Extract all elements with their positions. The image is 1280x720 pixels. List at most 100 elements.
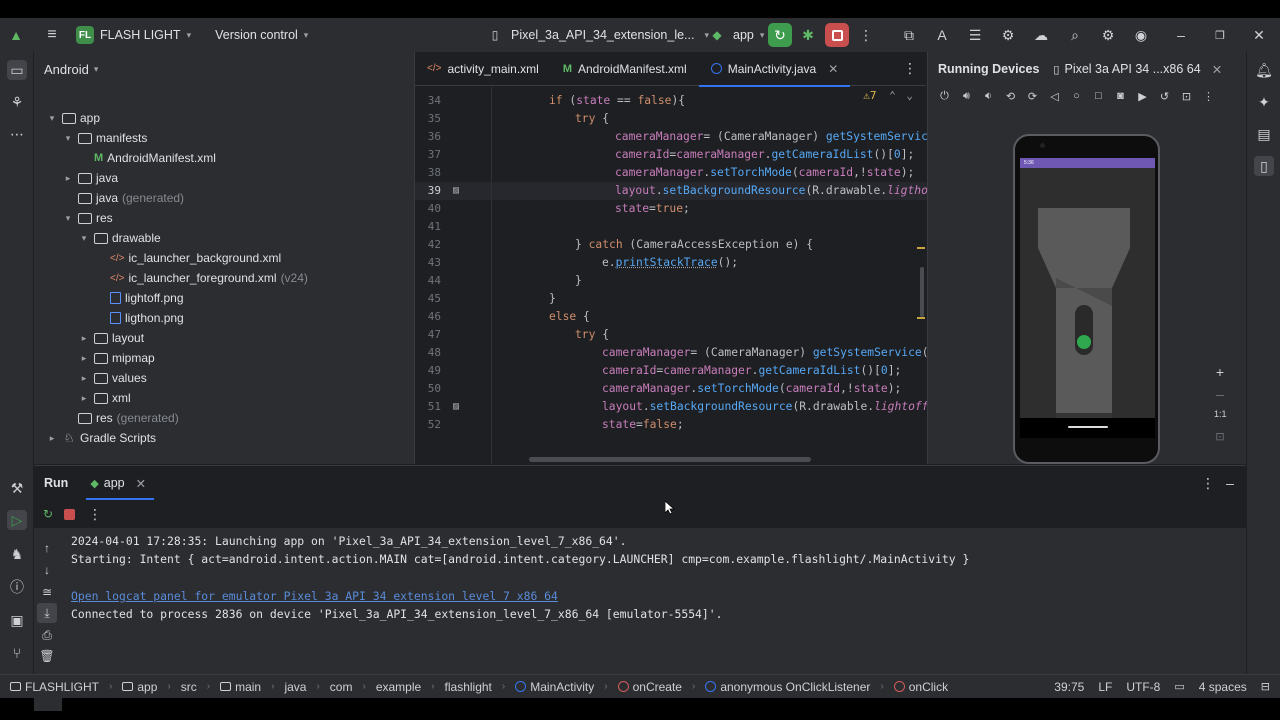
- soft-wrap-icon[interactable]: ≅: [37, 582, 57, 602]
- terminal-icon[interactable]: ▣: [7, 610, 27, 630]
- minimize-panel-icon[interactable]: –: [1220, 473, 1240, 493]
- tree-item-xml[interactable]: ▸ xml: [78, 388, 131, 408]
- breadcrumb-item[interactable]: anonymous OnClickListener: [720, 680, 870, 694]
- rerun-button[interactable]: ↻: [768, 23, 792, 47]
- emulator-screen[interactable]: 5:36: [1020, 158, 1155, 438]
- print-icon[interactable]: ⎙: [37, 625, 57, 645]
- fit-screen-icon[interactable]: ⊡: [1210, 426, 1230, 446]
- device-file-explorer-icon[interactable]: ▤: [1254, 124, 1274, 144]
- tree-item-androidmanifest[interactable]: M AndroidManifest.xml: [94, 148, 216, 168]
- scroll-to-end-icon[interactable]: ⤓: [37, 603, 57, 623]
- tab-activity-main-xml[interactable]: </> activity_main.xml: [415, 52, 551, 86]
- flashlight-knob[interactable]: [1077, 335, 1091, 349]
- tree-item-ligthon[interactable]: ligthon.png: [110, 308, 184, 328]
- logcat-link[interactable]: Open logcat panel for emulator Pixel 3a …: [71, 589, 558, 603]
- breadcrumb-item[interactable]: example: [376, 680, 421, 694]
- running-devices-icon[interactable]: ▯: [1254, 156, 1274, 176]
- more-tools-icon[interactable]: ⋯: [7, 124, 27, 144]
- indent-setting[interactable]: 4 spaces: [1199, 680, 1247, 694]
- main-menu-icon[interactable]: ≡: [42, 25, 62, 45]
- breadcrumb-item[interactable]: main: [235, 680, 261, 694]
- caret-position[interactable]: 39:75: [1054, 680, 1084, 694]
- breadcrumb-item[interactable]: java: [284, 680, 306, 694]
- notifications-icon[interactable]: 🔔︎: [1254, 60, 1274, 80]
- image-gutter-icon[interactable]: ▨: [453, 182, 459, 200]
- tree-item-values[interactable]: ▸ values: [78, 368, 147, 388]
- breadcrumb-item[interactable]: com: [330, 680, 353, 694]
- gemini-icon[interactable]: ✦: [1254, 92, 1274, 112]
- more-actions-icon[interactable]: ⋮: [856, 25, 876, 45]
- lock-icon[interactable]: ⊟: [1261, 680, 1270, 693]
- console-output[interactable]: 2024-04-01 17:28:35: Launching app on 'P…: [62, 528, 1246, 683]
- stop-button[interactable]: [825, 23, 849, 47]
- close-tab-icon[interactable]: ✕: [136, 476, 146, 491]
- tab-options-icon[interactable]: ⋮: [900, 59, 920, 79]
- rotate-left-icon[interactable]: ⟲: [1002, 90, 1019, 103]
- close-icon[interactable]: ✕: [1249, 25, 1269, 45]
- device-selector[interactable]: ▯ Pixel_3a_API_34_extension_le... ▾: [485, 25, 709, 45]
- stop-icon[interactable]: [64, 508, 75, 520]
- rerun-icon[interactable]: ↻: [38, 504, 58, 524]
- tab-android-manifest[interactable]: M AndroidManifest.xml: [551, 52, 699, 86]
- more-icon[interactable]: ⋮: [85, 504, 105, 524]
- code-area[interactable]: ⚠7 ⌃ ⌄ 34 if (state == false){ 35 try { 36…: [415, 87, 927, 464]
- minimize-icon[interactable]: –: [1171, 25, 1191, 45]
- tree-item-res-generated[interactable]: res (generated): [78, 408, 179, 428]
- tree-item-gradle-scripts[interactable]: ▸ ♘ Gradle Scripts: [46, 428, 156, 448]
- restore-icon[interactable]: ❐: [1210, 25, 1230, 45]
- device-manager-icon[interactable]: ⧉: [899, 25, 919, 45]
- tree-item-layout[interactable]: ▸ layout: [78, 328, 144, 348]
- tab-main-activity[interactable]: MainActivity.java ✕: [698, 52, 851, 87]
- app-inspection-icon[interactable]: ⚙: [998, 25, 1018, 45]
- tab-device[interactable]: ▯ Pixel 3a API 34 ...x86 64 ✕: [1053, 62, 1222, 77]
- vertical-scrollbar[interactable]: [920, 267, 924, 317]
- arrow-down-icon[interactable]: ↓: [37, 560, 57, 580]
- screenshot-icon[interactable]: ◙: [1112, 90, 1129, 103]
- close-tab-icon[interactable]: ✕: [828, 62, 838, 76]
- volume-up-icon[interactable]: 🔊︎: [958, 90, 975, 103]
- zoom-out-icon[interactable]: –: [1210, 384, 1230, 404]
- build-icon[interactable]: ⚒: [7, 478, 27, 498]
- project-view-selector[interactable]: Android ▾: [34, 52, 414, 86]
- sync-icon[interactable]: ☁: [1031, 25, 1051, 45]
- search-icon[interactable]: ⌕: [1065, 25, 1085, 45]
- more-icon[interactable]: ⋮: [1200, 90, 1217, 103]
- tree-item-java-generated[interactable]: java (generated): [78, 188, 184, 208]
- tree-item-java[interactable]: ▸ java: [62, 168, 118, 188]
- overview-icon[interactable]: □: [1090, 90, 1107, 103]
- image-gutter-icon[interactable]: ▨: [453, 398, 459, 416]
- comment-icon[interactable]: ▭: [1174, 680, 1184, 693]
- volume-down-icon[interactable]: 🔉︎: [980, 90, 997, 103]
- tab-run-app[interactable]: ◆ app ✕: [86, 466, 155, 500]
- breadcrumb-item[interactable]: app: [137, 680, 157, 694]
- home-gesture-bar[interactable]: [1068, 426, 1108, 428]
- tree-item-ic-launcher-foreground[interactable]: </> ic_launcher_foreground.xml (v24): [110, 268, 308, 288]
- project-tool-icon[interactable]: ▭: [7, 60, 27, 80]
- arrow-up-icon[interactable]: ↑: [37, 538, 57, 558]
- breadcrumb-item[interactable]: flashlight: [445, 680, 492, 694]
- project-selector[interactable]: FL FLASH LIGHT ▾: [76, 26, 191, 44]
- git-icon[interactable]: ⑂: [7, 643, 27, 663]
- tree-item-app[interactable]: ▾ app: [46, 108, 100, 128]
- back-icon[interactable]: ◁: [1046, 90, 1063, 103]
- file-encoding[interactable]: UTF-8: [1126, 680, 1160, 694]
- account-icon[interactable]: ◉: [1131, 25, 1151, 45]
- debug-icon[interactable]: ✱: [798, 25, 818, 45]
- mirror-icon[interactable]: ⊡: [1178, 90, 1195, 103]
- breadcrumb-item[interactable]: FLASHLIGHT: [25, 680, 99, 694]
- translate-icon[interactable]: A: [932, 25, 952, 45]
- logcat-tool-icon[interactable]: ♞: [7, 544, 27, 564]
- tree-item-drawable[interactable]: ▾ drawable: [78, 228, 161, 248]
- tree-item-manifests[interactable]: ▾ manifests: [62, 128, 148, 148]
- rotate-right-icon[interactable]: ⟳: [1024, 90, 1041, 103]
- breadcrumb-item[interactable]: onCreate: [633, 680, 682, 694]
- horizontal-scrollbar[interactable]: [529, 457, 811, 462]
- zoom-actual-size[interactable]: 1:1: [1214, 409, 1227, 419]
- trash-icon[interactable]: 🗑︎: [37, 646, 57, 666]
- run-config-selector[interactable]: ◆ app ▾: [707, 25, 764, 45]
- close-tab-icon[interactable]: ✕: [1212, 62, 1222, 77]
- line-separator[interactable]: LF: [1098, 680, 1112, 694]
- tree-item-res[interactable]: ▾ res: [62, 208, 113, 228]
- resource-manager-icon[interactable]: ⚘: [7, 92, 27, 112]
- problems-icon[interactable]: ⓘ: [7, 577, 27, 597]
